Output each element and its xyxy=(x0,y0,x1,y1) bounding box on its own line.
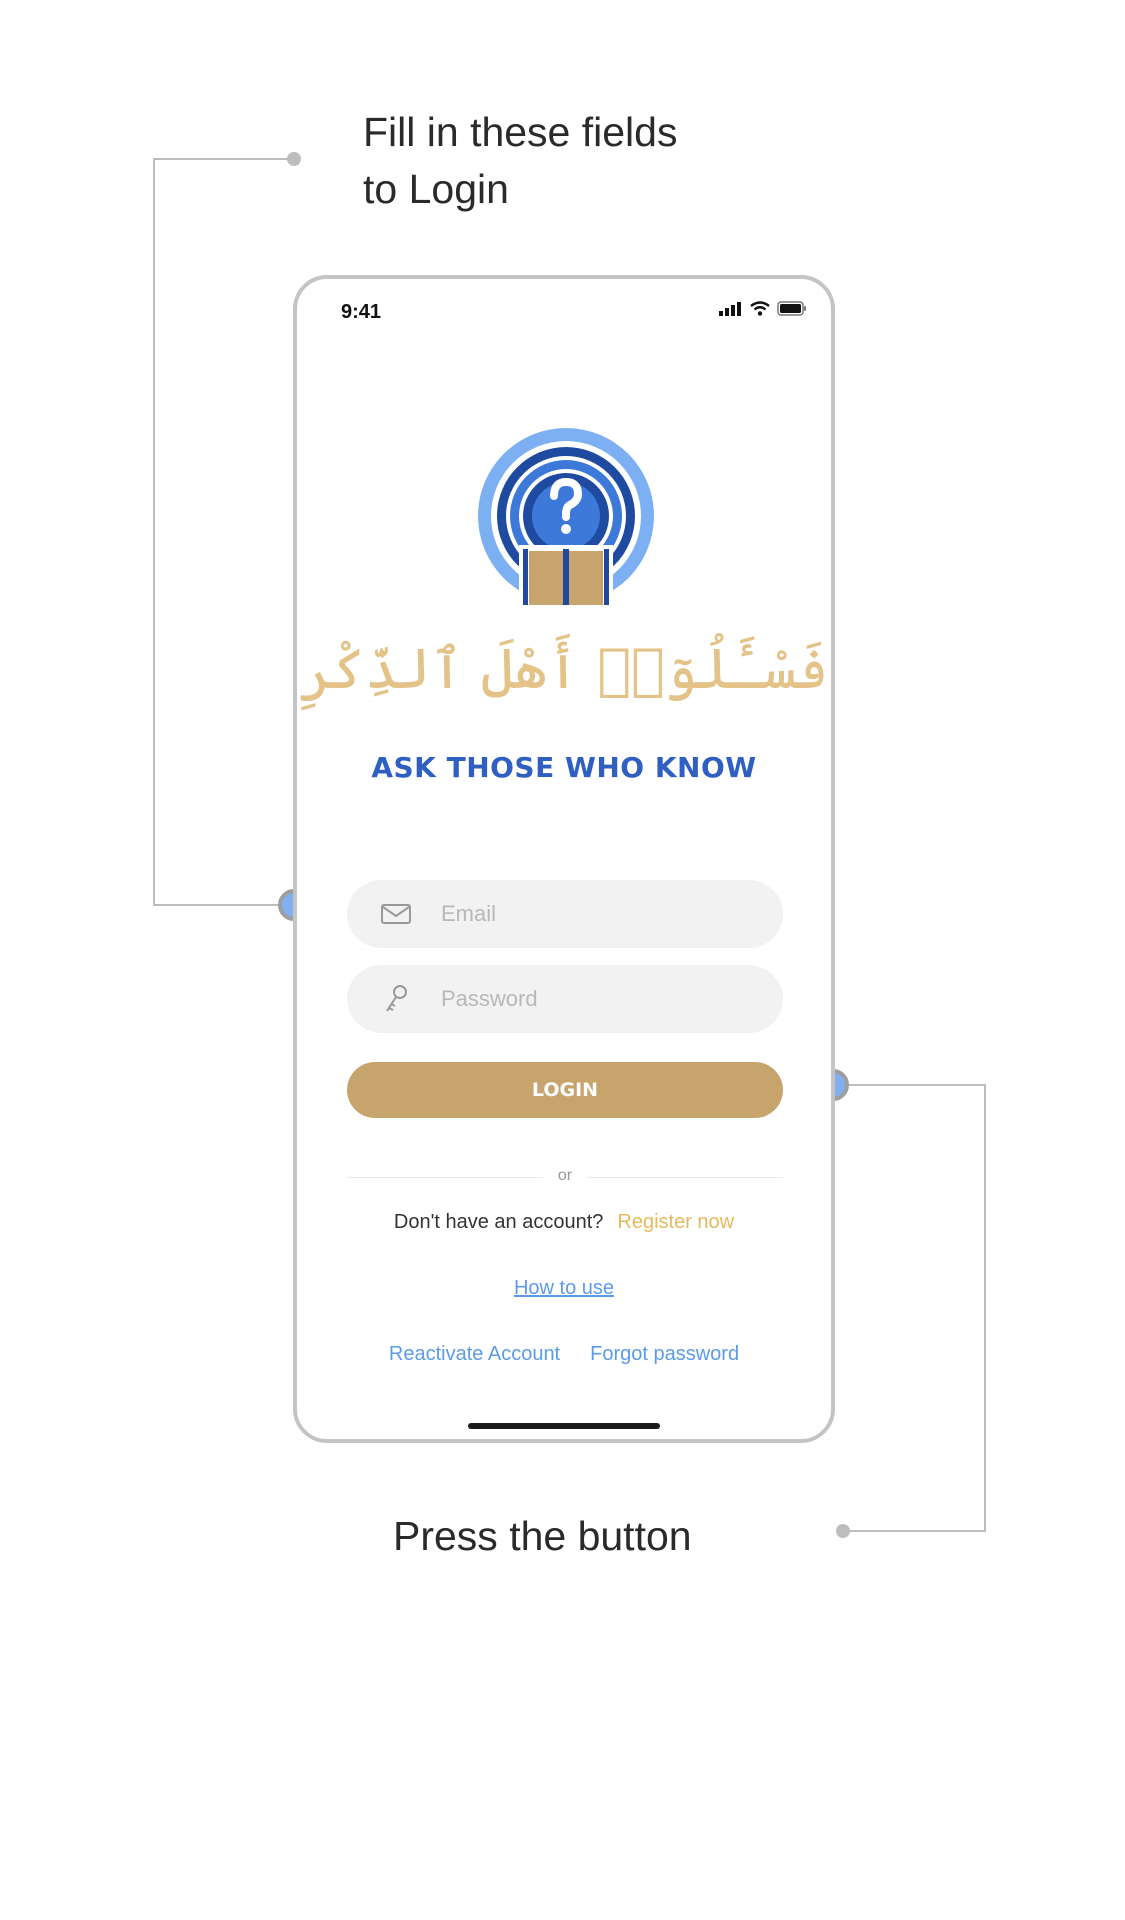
reactivate-account-link[interactable]: Reactivate Account xyxy=(389,1343,560,1366)
fields-annotation: Fill in these fields to Login xyxy=(363,109,678,212)
email-input[interactable] xyxy=(439,900,743,928)
password-input[interactable] xyxy=(439,985,743,1013)
button-annotation: Press the button xyxy=(393,1513,692,1559)
no-account-text: Don't have an account? xyxy=(393,1211,604,1233)
key-icon xyxy=(381,984,411,1014)
register-row: Don't have an account? Register now xyxy=(297,1211,831,1234)
home-indicator xyxy=(468,1423,660,1429)
connector-dot xyxy=(836,1524,850,1538)
account-links: Reactivate Account Forgot password xyxy=(297,1343,831,1366)
phone-frame: 9:41 فَسْـَٔلُوٓا۟ أَهْلَ ٱلذِّكْرِ ASK … xyxy=(293,275,835,1443)
signal-icon xyxy=(719,301,741,316)
connector-dot xyxy=(287,152,301,166)
password-field[interactable] xyxy=(347,965,783,1033)
battery-icon xyxy=(777,301,806,316)
envelope-icon xyxy=(381,899,411,929)
login-button[interactable]: LOGIN xyxy=(347,1062,783,1118)
app-name: ASK THOSE WHO KNOW xyxy=(371,751,757,784)
or-label: or xyxy=(557,1167,573,1184)
app-logo xyxy=(478,428,654,605)
open-book-icon xyxy=(519,545,613,605)
status-time: 9:41 xyxy=(341,301,382,323)
register-link[interactable]: Register now xyxy=(617,1211,734,1233)
how-to-use-link[interactable]: How to use xyxy=(514,1277,614,1299)
status-icons xyxy=(719,301,807,316)
how-to-use-row: How to use xyxy=(297,1277,831,1300)
arabic-tagline: فَسْـَٔلُوٓا۟ أَهْلَ ٱلذِّكْرِ xyxy=(299,637,829,702)
or-divider: or xyxy=(347,1167,783,1187)
email-field[interactable] xyxy=(347,880,783,948)
wifi-icon xyxy=(750,301,770,316)
forgot-password-link[interactable]: Forgot password xyxy=(590,1343,739,1366)
